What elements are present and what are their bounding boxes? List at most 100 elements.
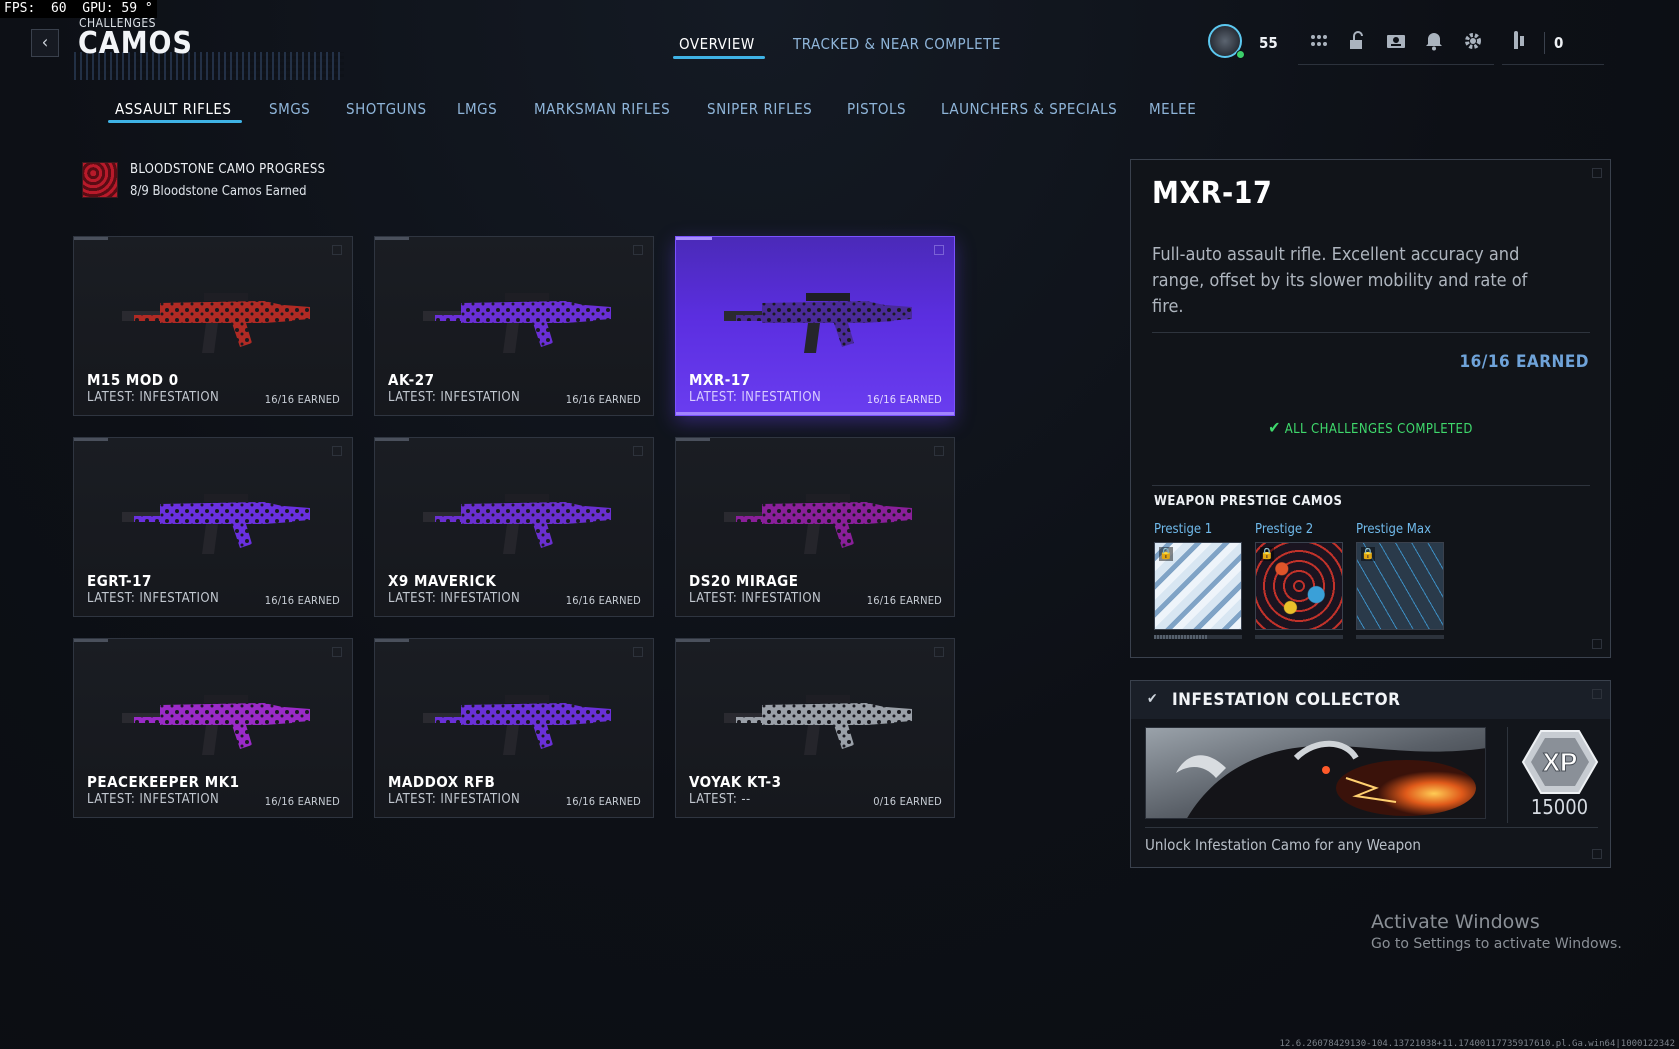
- xp-badge: XP: [1521, 729, 1599, 795]
- back-button[interactable]: ‹: [31, 29, 59, 57]
- weapon-image: [724, 494, 912, 554]
- weapon-detail-panel: MXR-17 Full-auto assault rifle. Excellen…: [1130, 159, 1611, 658]
- weapon-earned-count: 16/16 EARNED: [264, 393, 340, 406]
- weapon-card[interactable]: VOYAK KT-3 LATEST: -- 0/16 EARNED: [675, 638, 955, 818]
- id-card-icon[interactable]: [1385, 30, 1407, 52]
- weapon-earned-count: 16/16 EARNED: [565, 795, 641, 808]
- lock-icon: 🔒: [1159, 547, 1173, 561]
- weapon-image: [423, 695, 611, 755]
- detail-weapon-description: Full-auto assault rifle. Excellent accur…: [1152, 244, 1528, 317]
- tab-overview-underline: [673, 56, 765, 59]
- weapon-earned-count: 0/16 EARNED: [873, 795, 942, 808]
- card-accent-bar: [74, 639, 108, 642]
- weapon-latest-camo: LATEST: INFESTATION: [388, 591, 521, 606]
- grid-menu-icon[interactable]: [1308, 30, 1330, 52]
- bloodstone-title: BLOODSTONE CAMO PROGRESS: [130, 162, 326, 177]
- weapon-image: [423, 494, 611, 554]
- card-corner-mark: [934, 446, 944, 456]
- detail-divider: [1152, 332, 1590, 333]
- currency-count: 0: [1554, 34, 1564, 52]
- weapon-card[interactable]: EGRT-17 LATEST: INFESTATION 16/16 EARNED: [73, 437, 353, 617]
- activate-windows-subtitle: Go to Settings to activate Windows.: [1371, 936, 1622, 952]
- category-tab-shotguns[interactable]: SHOTGUNS: [346, 100, 427, 118]
- weapon-name: MXR-17: [689, 371, 751, 389]
- weapon-name: MADDOX RFB: [388, 773, 496, 791]
- bloodstone-progress: 8/9 Bloodstone Camos Earned: [130, 184, 307, 199]
- card-accent-bar: [375, 639, 409, 642]
- tab-overview[interactable]: OVERVIEW: [679, 35, 755, 53]
- weapon-card[interactable]: MADDOX RFB LATEST: INFESTATION 16/16 EARNE…: [374, 638, 654, 818]
- page-title: CAMOS: [78, 26, 193, 61]
- weapon-earned-count: 16/16 EARNED: [866, 594, 942, 607]
- xp-reward-value: 15000: [1530, 795, 1589, 819]
- xp-badge-label: XP: [1543, 747, 1578, 777]
- category-tab-launchers-specials[interactable]: LAUNCHERS & SPECIALS: [941, 100, 1117, 118]
- weapon-name: EGRT-17: [87, 572, 152, 590]
- category-tab-melee[interactable]: MELEE: [1149, 100, 1196, 118]
- prestige-2-camo[interactable]: 🔒: [1255, 542, 1343, 630]
- weapon-card[interactable]: M15 MOD 0 LATEST: INFESTATION 16/16 EARNED: [73, 236, 353, 416]
- panel-corner-bottom: [1592, 849, 1602, 859]
- prestige-1-camo[interactable]: 🔒: [1154, 542, 1242, 630]
- weapon-earned-count: 16/16 EARNED: [565, 393, 641, 406]
- weapon-earned-count: 16/16 EARNED: [565, 594, 641, 607]
- challenge-panel[interactable]: ✔ INFESTATION COLLECTOR XP 15000 Unlock …: [1130, 680, 1611, 868]
- challenge-divider: [1145, 827, 1598, 828]
- category-tab-lmgs[interactable]: LMGS: [457, 100, 497, 118]
- card-corner-mark: [934, 245, 944, 255]
- weapon-card[interactable]: PEACEKEEPER MK1 LATEST: INFESTATION 16/16 …: [73, 638, 353, 818]
- prestige-camos-title: WEAPON PRESTIGE CAMOS: [1154, 494, 1343, 509]
- weapon-card[interactable]: X9 MAVERICK LATEST: INFESTATION 16/16 EARN…: [374, 437, 654, 617]
- category-tab-underline: [108, 120, 242, 123]
- weapon-latest-camo: LATEST: INFESTATION: [87, 792, 220, 807]
- settings-gear-icon[interactable]: [1462, 30, 1484, 52]
- card-corner-mark: [332, 245, 342, 255]
- weapon-name: M15 MOD 0: [87, 371, 179, 389]
- weapon-latest-camo: LATEST: INFESTATION: [87, 591, 220, 606]
- prestige-divider: [1152, 485, 1590, 486]
- online-status-dot: [1236, 50, 1245, 59]
- infestation-camo-artwork: [1145, 727, 1486, 819]
- panel-corner-bottom: [1592, 639, 1602, 649]
- header-icons-divider: [1298, 64, 1494, 65]
- weapon-card[interactable]: AK-27 LATEST: INFESTATION 16/16 EARNED: [374, 236, 654, 416]
- unlock-icon[interactable]: [1346, 30, 1368, 52]
- weapon-earned-count: 16/16 EARNED: [264, 795, 340, 808]
- prestige-2-progress: [1255, 635, 1343, 639]
- squad-icon[interactable]: [1508, 30, 1530, 52]
- prestige-1-label: Prestige 1: [1154, 522, 1213, 537]
- detail-status-text: ALL CHALLENGES COMPLETED: [1284, 422, 1473, 437]
- chevron-left-icon: ‹: [41, 32, 49, 53]
- card-accent-bar: [375, 237, 409, 240]
- weapon-earned-count: 16/16 EARNED: [264, 594, 340, 607]
- check-icon: ✔: [1147, 691, 1158, 707]
- category-tab-marksman-rifles[interactable]: MARKSMAN RIFLES: [534, 100, 670, 118]
- detail-status: ✔ ALL CHALLENGES COMPLETED: [1131, 418, 1610, 437]
- weapon-name: AK-27: [388, 371, 435, 389]
- card-accent-bar: [676, 438, 710, 441]
- panel-corner-top: [1592, 168, 1602, 178]
- category-tab-smgs[interactable]: SMGS: [269, 100, 310, 118]
- weapon-latest-camo: LATEST: INFESTATION: [689, 390, 822, 405]
- weapon-name: X9 MAVERICK: [388, 572, 497, 590]
- lock-icon: 🔒: [1361, 547, 1375, 561]
- category-tab-sniper-rifles[interactable]: SNIPER RIFLES: [707, 100, 812, 118]
- notifications-bell-icon[interactable]: [1423, 30, 1445, 52]
- prestige-max-camo[interactable]: 🔒: [1356, 542, 1444, 630]
- weapon-latest-camo: LATEST: INFESTATION: [689, 591, 822, 606]
- weapon-card[interactable]: DS20 MIRAGE LATEST: INFESTATION 16/16 EARN…: [675, 437, 955, 617]
- weapon-latest-camo: LATEST: INFESTATION: [388, 390, 521, 405]
- weapon-image: [122, 293, 310, 353]
- prestige-max-progress: [1356, 635, 1444, 639]
- category-tab-assault-rifles[interactable]: ASSAULT RIFLES: [115, 100, 231, 118]
- card-accent-bar: [676, 639, 710, 642]
- detail-weapon-name: MXR-17: [1152, 176, 1273, 211]
- fps-counter: FPS: 60: [4, 1, 75, 16]
- weapon-latest-camo: LATEST: --: [689, 792, 751, 807]
- tab-tracked-near-complete[interactable]: TRACKED & NEAR COMPLETE: [793, 35, 1001, 53]
- category-tab-pistols[interactable]: PISTOLS: [847, 100, 906, 118]
- weapon-card[interactable]: MXR-17 LATEST: INFESTATION 16/16 EARNED: [675, 236, 955, 416]
- prestige-1-progress-fill: [1154, 635, 1207, 639]
- challenge-description: Unlock Infestation Camo for any Weapon: [1145, 836, 1421, 854]
- card-accent-bar: [74, 438, 108, 441]
